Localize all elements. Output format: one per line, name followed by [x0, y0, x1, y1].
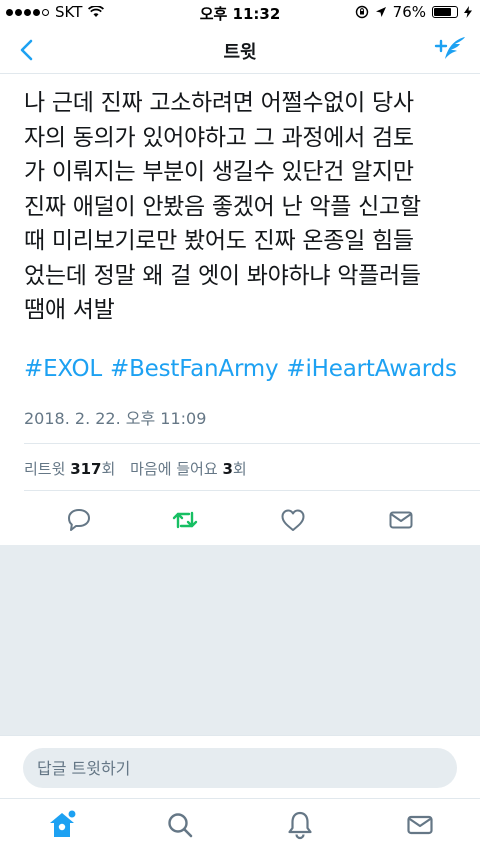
home-icon[interactable] — [46, 809, 78, 841]
hashtag-link[interactable]: #BestFanArmy — [110, 356, 279, 382]
compose-tweet-button[interactable] — [434, 34, 468, 66]
retweet-unit: 회 — [101, 460, 116, 478]
reply-input[interactable] — [23, 748, 457, 788]
battery-percent: 76% — [392, 3, 426, 21]
location-icon — [375, 7, 386, 17]
message-icon[interactable] — [386, 505, 416, 535]
reply-bar — [0, 735, 480, 798]
divider — [24, 443, 480, 444]
like-unit: 회 — [232, 460, 247, 478]
tweet-stats: 리트윗 317회 마음에 들어요 3회 — [24, 458, 247, 479]
hashtag-row: #EXOL #BestFanArmy #iHeartAwards — [24, 356, 465, 382]
like-stat[interactable]: 마음에 들어요 3회 — [130, 460, 247, 478]
search-icon[interactable] — [164, 809, 196, 841]
hashtag-link[interactable]: #iHeartAwards — [286, 356, 457, 382]
battery-icon — [432, 6, 458, 18]
messages-icon[interactable] — [404, 809, 436, 841]
hashtag-link[interactable]: #EXOL — [24, 356, 102, 382]
charging-bolt-icon — [464, 6, 472, 18]
tweet-line: 가 이뤄지는 부분이 생길수 있단건 알지만 — [24, 159, 414, 185]
divider — [24, 490, 480, 491]
tweet-line: 땜애 셔발 — [24, 297, 115, 323]
tweet-timestamp: 2018. 2. 22. 오후 11:09 — [24, 409, 207, 428]
retweet-stat[interactable]: 리트윗 317회 — [24, 460, 115, 478]
retweet-icon[interactable] — [170, 505, 200, 535]
nav-bar: 트윗 — [0, 26, 480, 74]
page-title: 트윗 — [223, 42, 257, 63]
status-bar: SKT 오후 11:32 76% — [0, 0, 480, 26]
empty-replies-area — [0, 545, 480, 735]
retweet-count: 317 — [70, 460, 102, 478]
like-count: 3 — [222, 460, 233, 478]
orientation-lock-icon — [355, 5, 368, 19]
tweet-line: 때 미리보기로만 봤어도 진짜 온종일 힘들 — [24, 228, 414, 254]
tweet-actions — [0, 505, 480, 539]
tweet-line: 자의 동의가 있어야하고 그 과정에서 검토 — [24, 124, 414, 151]
reply-icon[interactable] — [64, 505, 94, 535]
tweet-line: 었는데 정말 왜 걸 엣이 봐야하냐 악플러들 — [24, 262, 421, 289]
status-right: 76% — [355, 3, 472, 21]
like-label: 마음에 들어요 — [130, 460, 218, 478]
heart-icon[interactable] — [278, 505, 308, 535]
tweet-line: 나 근데 진짜 고소하려면 어쩔수없이 당사 — [24, 90, 414, 116]
retweet-label: 리트윗 — [24, 460, 66, 478]
tweet-text: 나 근데 진짜 고소하려면 어쩔수없이 당사 자의 동의가 있어야하고 그 과정… — [24, 86, 464, 328]
notifications-icon[interactable] — [284, 809, 316, 841]
tweet-line: 진짜 애덜이 안봤음 좋겠어 난 악플 신고할 — [24, 193, 421, 220]
tab-bar — [0, 798, 480, 853]
